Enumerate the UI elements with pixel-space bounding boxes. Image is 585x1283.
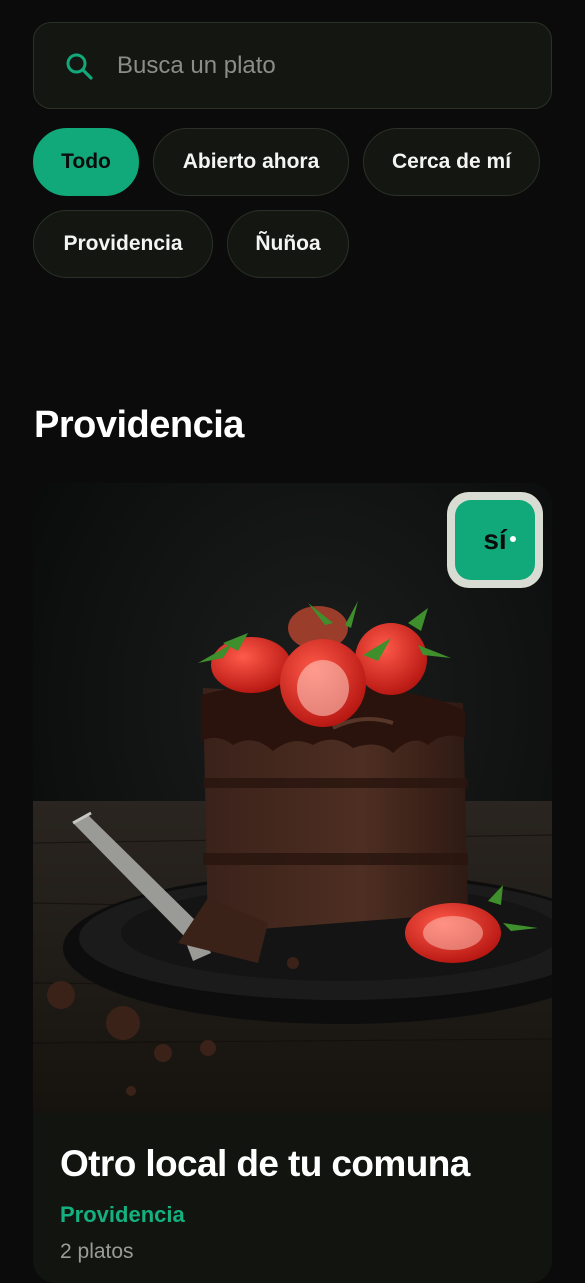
section-title: Providencia xyxy=(34,404,244,446)
card-dish-count: 2 platos xyxy=(60,1240,134,1263)
search-placeholder: Busca un plato xyxy=(117,51,276,79)
badge-dot xyxy=(510,536,516,542)
filter-chip-cerca-de-mi[interactable]: Cerca de mí xyxy=(363,128,540,196)
filter-chip-nunoa[interactable]: Ñuñoa xyxy=(227,210,349,278)
filter-chip-providencia[interactable]: Providencia xyxy=(33,210,213,278)
card-location: Providencia xyxy=(60,1202,185,1227)
card-title: Otro local de tu comuna xyxy=(60,1143,470,1184)
filter-chip-todo[interactable]: Todo xyxy=(33,128,139,196)
search-icon xyxy=(66,53,93,80)
brand-badge: sí xyxy=(447,492,543,588)
filter-chip-abierto-ahora[interactable]: Abierto ahora xyxy=(153,128,349,196)
restaurant-card[interactable]: sí Otro local de tu comuna Providencia 2… xyxy=(33,483,552,1283)
brand-badge-label: sí xyxy=(483,524,507,555)
search-input[interactable]: Busca un plato xyxy=(33,22,552,109)
